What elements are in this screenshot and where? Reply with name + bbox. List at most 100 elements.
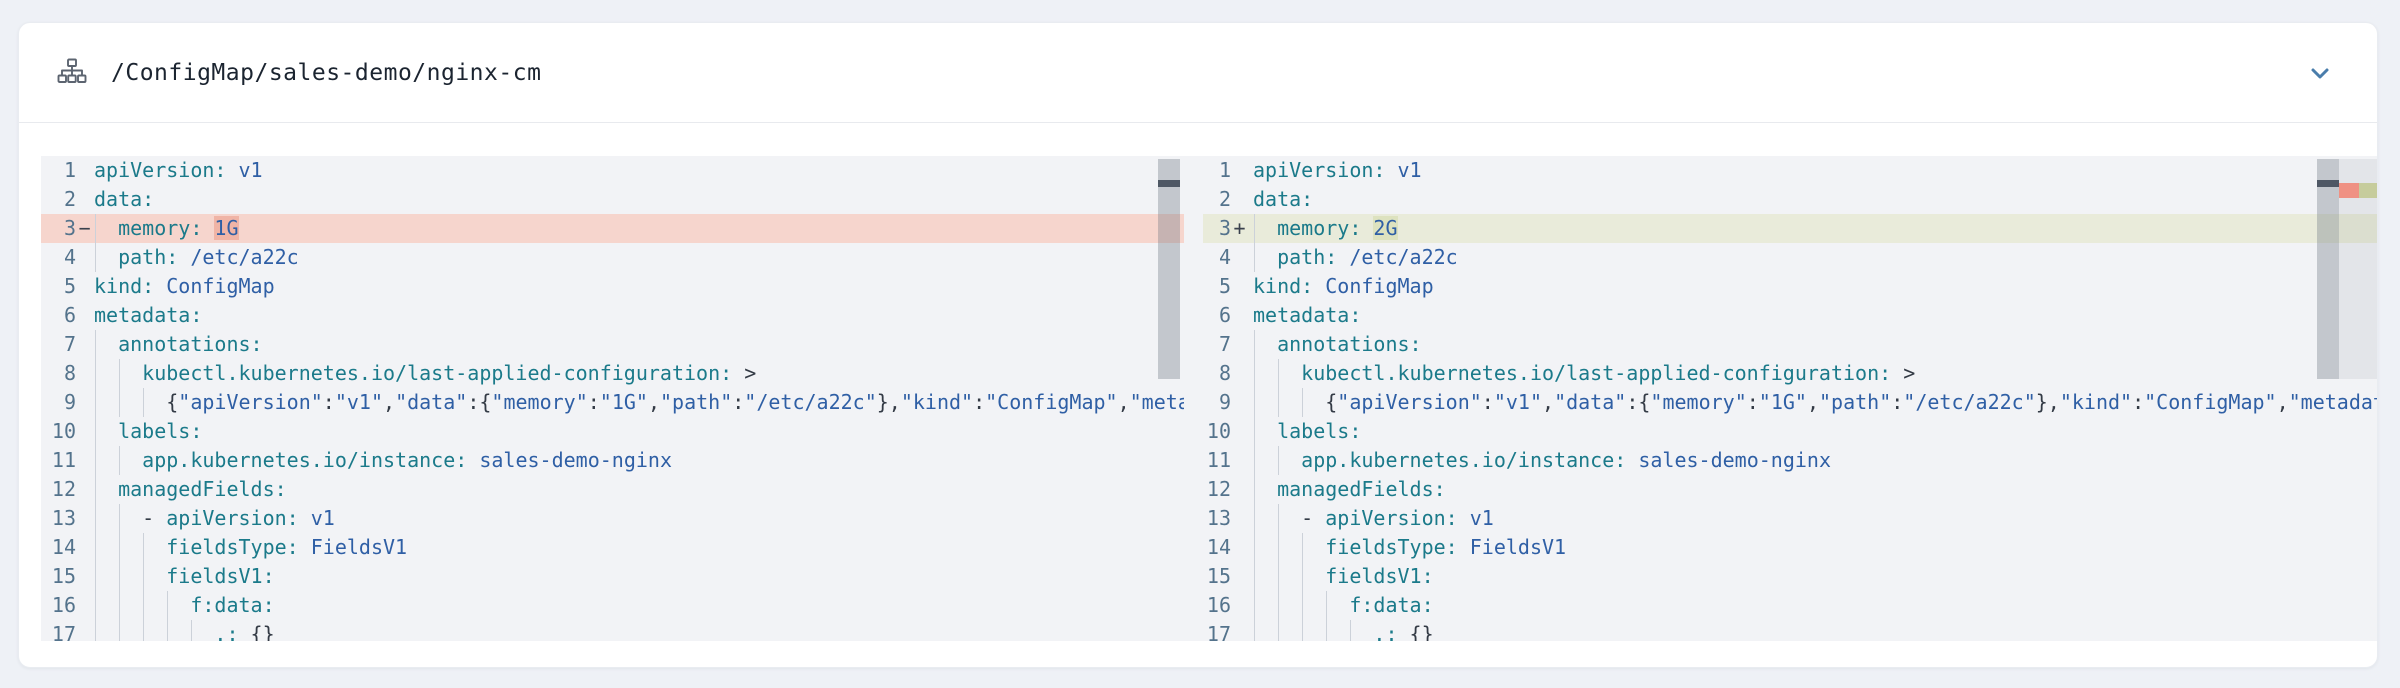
indent-guide	[143, 533, 144, 562]
line-number[interactable]: 2	[1203, 185, 1231, 214]
code-line[interactable]: 14 fieldsType: FieldsV1	[41, 533, 1184, 562]
line-number[interactable]: 5	[41, 272, 76, 301]
code-text: {"apiVersion":"v1","data":{"memory":"1G"…	[1253, 388, 2378, 417]
minimap-overview-ruler[interactable]	[2339, 156, 2378, 641]
diff-pane-modified[interactable]: 1apiVersion: v12data:3+ memory: 2G4 path…	[1203, 156, 2378, 641]
code-line[interactable]: 13 - apiVersion: v1	[41, 504, 1184, 533]
line-number[interactable]: 11	[1203, 446, 1231, 475]
code-line[interactable]: 5kind: ConfigMap	[41, 272, 1184, 301]
line-number[interactable]: 1	[1203, 156, 1231, 185]
code-line[interactable]: 9 {"apiVersion":"v1","data":{"memory":"1…	[1203, 388, 2378, 417]
code-line[interactable]: 6metadata:	[41, 301, 1184, 330]
code-line[interactable]: 12 managedFields:	[41, 475, 1184, 504]
line-number[interactable]: 6	[1203, 301, 1231, 330]
code-text: managedFields:	[94, 475, 1184, 504]
indent-guide	[1254, 504, 1255, 533]
code-line[interactable]: 10 labels:	[41, 417, 1184, 446]
code-line[interactable]: 11 app.kubernetes.io/instance: sales-dem…	[41, 446, 1184, 475]
code-line[interactable]: 12 managedFields:	[1203, 475, 2378, 504]
line-number[interactable]: 2	[41, 185, 76, 214]
line-number[interactable]: 16	[1203, 591, 1231, 620]
line-number[interactable]: 3	[41, 214, 76, 243]
code-line[interactable]: 1 apiVersion: v1	[41, 156, 1184, 185]
line-number[interactable]: 12	[41, 475, 76, 504]
code-text: .: {}	[94, 620, 1184, 641]
diff-sign	[1231, 388, 1248, 417]
line-number[interactable]: 11	[41, 446, 76, 475]
diff-sign	[1231, 243, 1248, 272]
code-line[interactable]: 4 path: /etc/a22c	[1203, 243, 2378, 272]
code-text: fieldsV1:	[1253, 562, 2378, 591]
diff-sign	[76, 591, 93, 620]
line-number[interactable]: 4	[41, 243, 76, 272]
code-text: - apiVersion: v1	[1253, 504, 2378, 533]
line-number[interactable]: 7	[41, 330, 76, 359]
line-number[interactable]: 8	[1203, 359, 1231, 388]
line-number[interactable]: 15	[1203, 562, 1231, 591]
line-number[interactable]: 10	[1203, 417, 1231, 446]
code-text: apiVersion: v1	[94, 156, 1184, 185]
code-line[interactable]: 16 f:data:	[41, 591, 1184, 620]
code-text: memory: 1G	[94, 214, 1184, 243]
code-line[interactable]: 2data:	[41, 185, 1184, 214]
indent-guide	[95, 330, 96, 359]
line-number[interactable]: 8	[41, 359, 76, 388]
diff-sign	[76, 243, 93, 272]
code-line[interactable]: 3− memory: 1G	[41, 214, 1184, 243]
indent-guide	[95, 562, 96, 591]
indent-guide	[1254, 330, 1255, 359]
diff-pane-original[interactable]: 1 apiVersion: v12data:3− memory: 1G4 path…	[41, 156, 1184, 641]
indent-guide	[1302, 562, 1303, 591]
code-line[interactable]: 1apiVersion: v1	[1203, 156, 2378, 185]
line-number[interactable]: 17	[41, 620, 76, 641]
line-number[interactable]: 10	[41, 417, 76, 446]
line-number[interactable]: 5	[1203, 272, 1231, 301]
line-number[interactable]: 3	[1203, 214, 1231, 243]
code-line[interactable]: 10 labels:	[1203, 417, 2378, 446]
code-line[interactable]: 7 annotations:	[1203, 330, 2378, 359]
diff-sign	[1231, 359, 1248, 388]
configmap-diff-card: /ConfigMap/sales-demo/nginx-cm 1apiVersi…	[18, 22, 2378, 668]
line-number[interactable]: 7	[1203, 330, 1231, 359]
indent-guide	[1278, 620, 1279, 641]
line-number[interactable]: 9	[1203, 388, 1231, 417]
chevron-down-icon[interactable]	[2305, 58, 2335, 88]
line-number[interactable]: 9	[41, 388, 76, 417]
line-number[interactable]: 14	[41, 533, 76, 562]
code-line[interactable]: 7 annotations:	[41, 330, 1184, 359]
code-line[interactable]: 15 fieldsV1:	[1203, 562, 2378, 591]
indent-guide	[1278, 591, 1279, 620]
indent-guide	[119, 533, 120, 562]
line-number[interactable]: 4	[1203, 243, 1231, 272]
code-line[interactable]: 6metadata:	[1203, 301, 2378, 330]
code-line[interactable]: 17 .: {}	[41, 620, 1184, 641]
code-line[interactable]: 3+ memory: 2G	[1203, 214, 2378, 243]
code-line[interactable]: 2data:	[1203, 185, 2378, 214]
code-line[interactable]: 17 .: {}	[1203, 620, 2378, 641]
line-number[interactable]: 13	[1203, 504, 1231, 533]
line-number[interactable]: 12	[1203, 475, 1231, 504]
indent-guide	[95, 475, 96, 504]
line-number[interactable]: 15	[41, 562, 76, 591]
indent-guide	[1254, 417, 1255, 446]
code-line[interactable]: 11 app.kubernetes.io/instance: sales-dem…	[1203, 446, 2378, 475]
left-pane-scrollbar[interactable]	[1158, 159, 1180, 379]
code-line[interactable]: 4 path: /etc/a22c	[41, 243, 1184, 272]
code-line[interactable]: 8 kubectl.kubernetes.io/last-applied-con…	[1203, 359, 2378, 388]
line-number[interactable]: 13	[41, 504, 76, 533]
line-number[interactable]: 6	[41, 301, 76, 330]
line-number[interactable]: 17	[1203, 620, 1231, 641]
line-number[interactable]: 16	[41, 591, 76, 620]
code-line[interactable]: 16 f:data:	[1203, 591, 2378, 620]
code-line[interactable]: 15 fieldsV1:	[41, 562, 1184, 591]
line-number[interactable]: 1	[41, 156, 76, 185]
code-line[interactable]: 9 {"apiVersion":"v1","data":{"memory":"1…	[41, 388, 1184, 417]
right-pane-scrollbar[interactable]	[2317, 159, 2339, 379]
code-line[interactable]: 14 fieldsType: FieldsV1	[1203, 533, 2378, 562]
code-line[interactable]: 5kind: ConfigMap	[1203, 272, 2378, 301]
code-line[interactable]: 8 kubectl.kubernetes.io/last-applied-con…	[41, 359, 1184, 388]
indent-guide	[95, 417, 96, 446]
code-text: .: {}	[1253, 620, 2378, 641]
line-number[interactable]: 14	[1203, 533, 1231, 562]
code-line[interactable]: 13 - apiVersion: v1	[1203, 504, 2378, 533]
